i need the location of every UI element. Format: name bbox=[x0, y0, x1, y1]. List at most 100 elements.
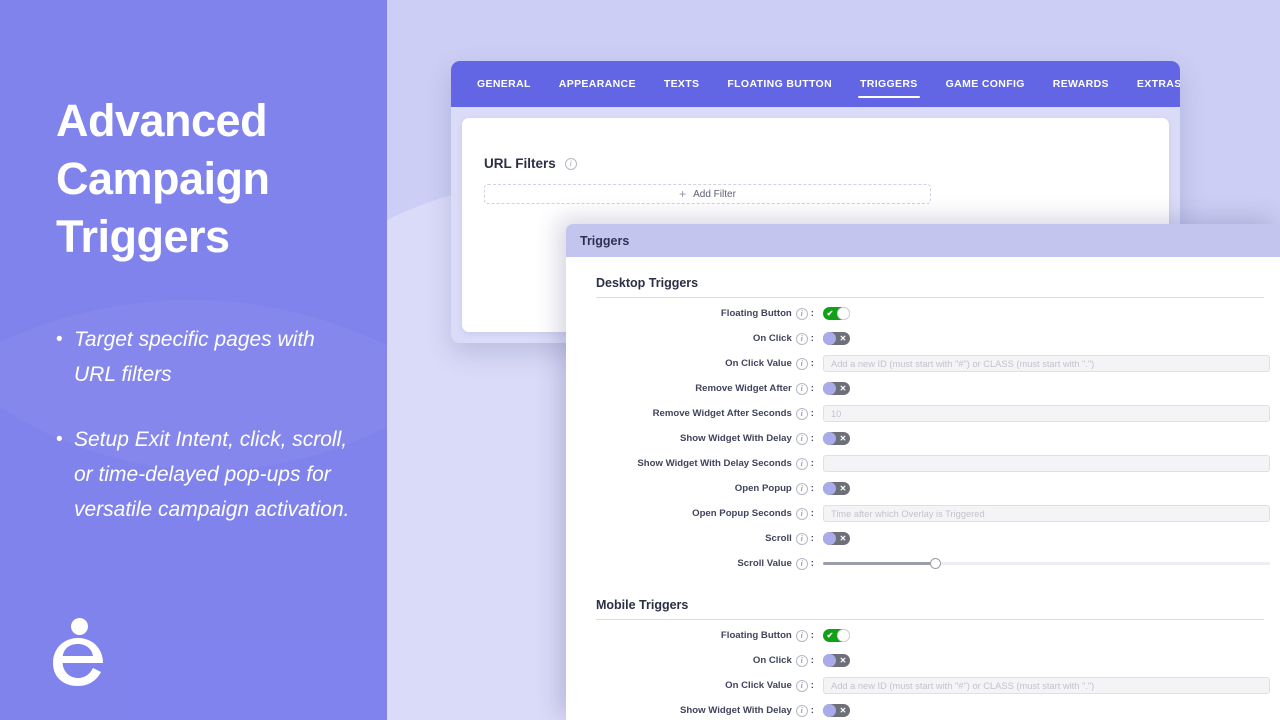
input-open-popup-seconds[interactable] bbox=[823, 505, 1270, 522]
bullet-dot-icon: • bbox=[56, 429, 63, 450]
info-icon[interactable]: i bbox=[564, 157, 577, 170]
toggle-floating-button[interactable]: ✔ bbox=[823, 629, 850, 642]
toggle-floating-button[interactable]: ✔ bbox=[823, 307, 850, 320]
tab-triggers[interactable]: TRIGGERS bbox=[846, 61, 932, 107]
cross-icon: ✕ bbox=[839, 384, 847, 393]
toggle-show-widget-with-delay[interactable]: ✕ bbox=[823, 704, 850, 717]
toggle-knob bbox=[837, 629, 850, 642]
row-label-text: Floating Button bbox=[720, 308, 792, 319]
row-control: ✕ bbox=[814, 332, 1264, 345]
row-label-text: Open Popup bbox=[734, 483, 792, 494]
row-label-text: On Click bbox=[752, 333, 792, 344]
promo-bullet-item: • Target specific pages with URL filters bbox=[56, 322, 361, 392]
tab-appearance[interactable]: APPEARANCE bbox=[545, 61, 650, 107]
row-control: ✕ bbox=[814, 704, 1264, 717]
promo-bullet-text: Target specific pages with URL filters bbox=[74, 328, 315, 386]
input-on-click-value[interactable] bbox=[823, 355, 1270, 372]
toggle-on-click[interactable]: ✕ bbox=[823, 654, 850, 667]
toggle-knob bbox=[823, 654, 836, 667]
toggle-open-popup[interactable]: ✕ bbox=[823, 482, 850, 495]
toggle-on-click[interactable]: ✕ bbox=[823, 332, 850, 345]
row-control: ✔ bbox=[814, 307, 1264, 320]
row-label-on-click-value: On Click Value i: bbox=[596, 679, 814, 692]
form-row: Floating Button i: ✔ bbox=[596, 623, 1264, 648]
info-icon[interactable]: i bbox=[795, 382, 808, 395]
promo-bullet-item: • Setup Exit Intent, click, scroll, or t… bbox=[56, 422, 361, 527]
tab-game-config[interactable]: GAME CONFIG bbox=[932, 61, 1039, 107]
check-icon: ✔ bbox=[826, 309, 834, 318]
row-label-show-widget-with-delay: Show Widget With Delay i: bbox=[596, 704, 814, 717]
form-row: Show Widget With Delay i: ✕ bbox=[596, 698, 1264, 720]
tab-bar: GENERAL APPEARANCE TEXTS FLOATING BUTTON… bbox=[451, 61, 1180, 107]
row-control bbox=[814, 677, 1270, 694]
form-row: Remove Widget After i: ✕ bbox=[596, 376, 1264, 401]
promo-bullet-text: Setup Exit Intent, click, scroll, or tim… bbox=[74, 428, 350, 521]
form-row: Show Widget With Delay Seconds i: bbox=[596, 451, 1270, 476]
check-icon: ✔ bbox=[826, 631, 834, 640]
row-label-open-popup-seconds: Open Popup Seconds i: bbox=[596, 507, 814, 520]
tab-rewards[interactable]: REWARDS bbox=[1039, 61, 1123, 107]
input-remove-widget-after-seconds[interactable] bbox=[823, 405, 1270, 422]
slider-scroll-value[interactable] bbox=[823, 557, 1270, 570]
row-label-text: Floating Button bbox=[720, 630, 792, 641]
add-filter-label: Add Filter bbox=[693, 188, 736, 200]
url-filters-header: URL Filters i bbox=[484, 156, 1147, 171]
info-icon[interactable]: i bbox=[795, 654, 808, 667]
row-label-floating-button: Floating Button i: bbox=[596, 629, 814, 642]
row-label-remove-widget-after: Remove Widget After i: bbox=[596, 382, 814, 395]
form-row: Remove Widget After Seconds i: bbox=[596, 401, 1270, 426]
e-logo-icon bbox=[53, 618, 103, 686]
toggle-show-widget-with-delay[interactable]: ✕ bbox=[823, 432, 850, 445]
info-icon[interactable]: i bbox=[795, 532, 808, 545]
tab-general[interactable]: GENERAL bbox=[463, 61, 545, 107]
url-filters-title: URL Filters bbox=[484, 156, 556, 171]
row-control bbox=[814, 505, 1270, 522]
promo-content: Advanced Campaign Triggers • Target spec… bbox=[0, 0, 387, 527]
row-label-text: On Click Value bbox=[725, 680, 792, 691]
form-row: Floating Button i: ✔ bbox=[596, 301, 1264, 326]
triggers-panel-body: Desktop Triggers Floating Button i: ✔ On Cli… bbox=[566, 257, 1280, 720]
toggle-scroll[interactable]: ✕ bbox=[823, 532, 850, 545]
triggers-panel-title: Triggers bbox=[580, 233, 630, 248]
cross-icon: ✕ bbox=[839, 534, 847, 543]
info-icon[interactable]: i bbox=[795, 432, 808, 445]
info-icon[interactable]: i bbox=[795, 457, 808, 470]
row-label-text: Show Widget With Delay bbox=[680, 433, 792, 444]
toggle-remove-widget-after[interactable]: ✕ bbox=[823, 382, 850, 395]
row-label-open-popup: Open Popup i: bbox=[596, 482, 814, 495]
input-show-widget-with-delay-seconds[interactable] bbox=[823, 455, 1270, 472]
add-filter-button[interactable]: + Add Filter bbox=[484, 184, 931, 204]
row-control: ✕ bbox=[814, 432, 1264, 445]
tab-texts[interactable]: TEXTS bbox=[650, 61, 714, 107]
form-row: On Click i: ✕ bbox=[596, 648, 1264, 673]
form-row: Scroll Value i: bbox=[596, 551, 1270, 576]
info-icon[interactable]: i bbox=[795, 704, 808, 717]
slider-fill bbox=[823, 562, 935, 565]
row-label-remove-widget-after-seconds: Remove Widget After Seconds i: bbox=[596, 407, 814, 420]
form-row: Open Popup i: ✕ bbox=[596, 476, 1264, 501]
info-icon[interactable]: i bbox=[795, 407, 808, 420]
slider-thumb[interactable] bbox=[929, 558, 941, 569]
row-control: ✕ bbox=[814, 532, 1264, 545]
toggle-knob bbox=[823, 382, 836, 395]
toggle-knob bbox=[823, 704, 836, 717]
row-label-text: Open Popup Seconds bbox=[692, 508, 792, 519]
input-on-click-value[interactable] bbox=[823, 677, 1270, 694]
info-icon[interactable]: i bbox=[795, 507, 808, 520]
info-icon[interactable]: i bbox=[795, 482, 808, 495]
form-row: On Click Value i: bbox=[596, 351, 1270, 376]
tab-floating-button[interactable]: FLOATING BUTTON bbox=[713, 61, 846, 107]
cross-icon: ✕ bbox=[839, 706, 847, 715]
row-control: ✔ bbox=[814, 629, 1264, 642]
info-icon[interactable]: i bbox=[795, 557, 808, 570]
triggers-panel-header: Triggers bbox=[566, 224, 1280, 257]
info-icon[interactable]: i bbox=[795, 307, 808, 320]
info-icon[interactable]: i bbox=[795, 332, 808, 345]
row-label-on-click: On Click i: bbox=[596, 332, 814, 345]
tab-extras[interactable]: EXTRAS bbox=[1123, 61, 1180, 107]
info-icon[interactable]: i bbox=[795, 629, 808, 642]
form-row: Open Popup Seconds i: bbox=[596, 501, 1270, 526]
info-icon[interactable]: i bbox=[795, 357, 808, 370]
bullet-dot-icon: • bbox=[56, 329, 63, 350]
info-icon[interactable]: i bbox=[795, 679, 808, 692]
